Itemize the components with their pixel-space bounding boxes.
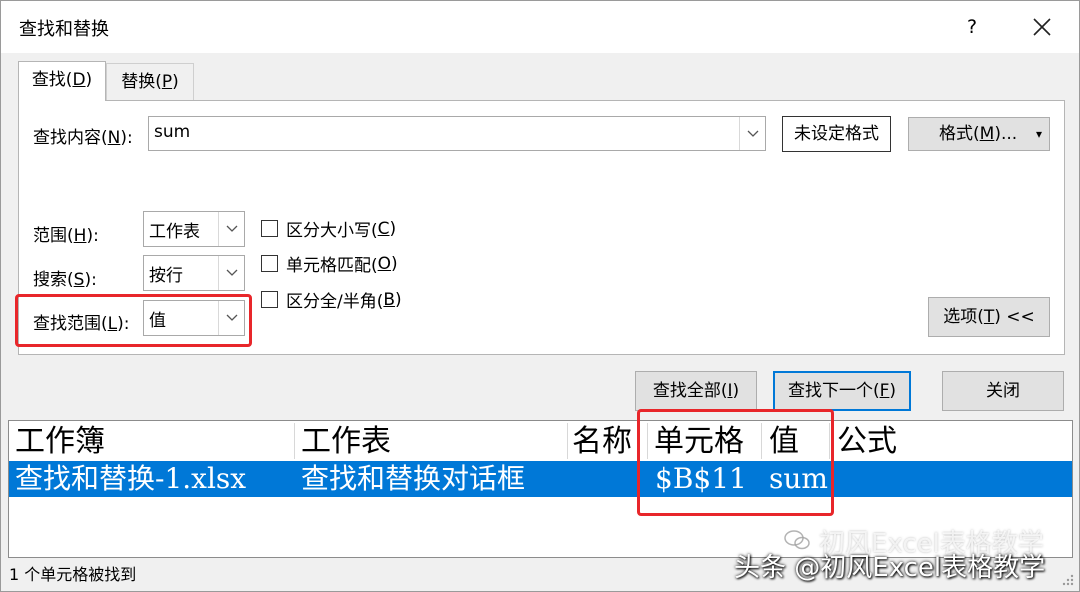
match-case-checkbox[interactable]: 区分大小写(C) [261,216,396,241]
find-replace-dialog: 查找和替换 ? 查找(D) 替换(P) 查找内容(N): sum 未设定格式 格… [0,0,1080,592]
column-header-name[interactable]: 名称 [572,423,632,461]
tab-replace[interactable]: 替换(P) [106,63,194,101]
search-label: 搜索(S): [33,270,97,290]
column-divider[interactable] [567,423,568,459]
result-workbook[interactable]: 查找和替换-1.xlsx [15,461,246,497]
checkbox-box[interactable] [261,255,278,272]
column-divider[interactable] [829,423,830,459]
format-button[interactable]: 格式(M)... ▾ [908,117,1050,151]
column-header-workbook[interactable]: 工作簿 [15,423,105,461]
chevron-down-icon[interactable] [218,212,244,246]
find-what-input[interactable]: sum [148,116,766,151]
title-bar: 查找和替换 ? [1,1,1079,53]
resize-grip-icon[interactable] [1059,571,1075,587]
search-select[interactable]: 按行 [143,255,245,291]
dialog-title: 查找和替换 [19,19,109,40]
credit-overlay: 头条 @初风Excel表格教学 [734,553,1046,583]
column-header-cell[interactable]: 单元格 [654,423,744,461]
find-next-button[interactable]: 查找下一个(F) [773,371,911,411]
find-what-value: sum [154,122,191,142]
within-label: 范围(H): [33,226,99,246]
within-value: 工作表 [149,222,200,242]
column-divider[interactable] [761,423,762,459]
chevron-down-icon[interactable] [739,117,765,150]
look-in-value: 值 [149,311,166,331]
find-all-button[interactable]: 查找全部(I) [635,371,757,411]
tab-find[interactable]: 查找(D) [18,61,106,101]
help-button[interactable]: ? [956,11,988,43]
status-text: 1 个单元格被找到 [9,565,137,584]
close-button[interactable]: 关闭 [942,371,1064,411]
checkbox-box[interactable] [261,220,278,237]
match-byte-checkbox[interactable]: 区分全/半角(B) [261,287,402,312]
column-divider[interactable] [294,423,295,459]
search-value: 按行 [149,266,183,286]
chevron-down-icon[interactable] [218,301,244,335]
result-cell[interactable]: $B$11 [655,461,747,497]
column-header-formula[interactable]: 公式 [837,423,897,461]
match-entire-cell-checkbox[interactable]: 单元格匹配(O) [261,251,398,276]
chevron-down-icon[interactable] [218,256,244,290]
close-icon[interactable] [1025,11,1059,43]
column-header-value[interactable]: 值 [769,423,799,461]
dropdown-arrow-icon: ▾ [1035,127,1042,141]
result-sheet[interactable]: 查找和替换对话框 [301,461,525,497]
find-what-label: 查找内容(N): [33,128,133,148]
checkbox-box[interactable] [261,291,278,308]
look-in-label: 查找范围(L): [33,314,130,334]
result-value[interactable]: sum [769,461,828,497]
column-header-sheet[interactable]: 工作表 [301,423,391,461]
options-button[interactable]: 选项(T) << [928,297,1050,337]
column-divider[interactable] [647,423,648,459]
look-in-select[interactable]: 值 [143,300,245,336]
format-preview-label: 未设定格式 [782,116,891,152]
within-select[interactable]: 工作表 [143,211,245,247]
